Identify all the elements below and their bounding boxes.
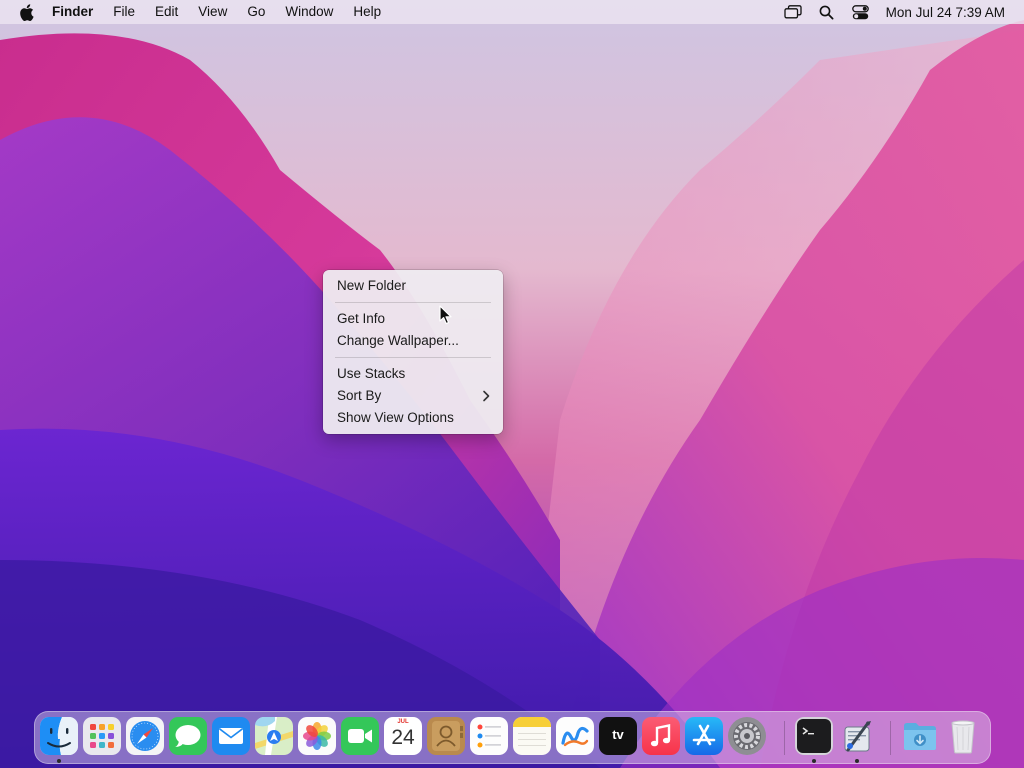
dock-mail-icon[interactable] [212, 717, 250, 755]
ctx-use-stacks[interactable]: Use Stacks [323, 363, 503, 385]
dock-calendar-icon[interactable]: JUL 24 [384, 717, 422, 755]
dock-trash-icon[interactable] [944, 717, 982, 755]
calendar-month-label: JUL [397, 719, 409, 725]
menu-bar: Finder File Edit View Go Window Help Mon… [0, 0, 1024, 24]
menu-edit[interactable]: Edit [145, 0, 188, 24]
ctx-sort-by[interactable]: Sort By [323, 385, 503, 407]
dock-contacts-icon[interactable] [427, 717, 465, 755]
menu-file[interactable]: File [103, 0, 145, 24]
dock-freeform-icon[interactable] [556, 717, 594, 755]
ctx-sort-by-label: Sort By [337, 388, 382, 403]
ctx-new-folder[interactable]: New Folder [323, 275, 503, 297]
dock-notes-icon[interactable] [513, 717, 551, 755]
apple-tv-label: tv [612, 727, 624, 742]
desktop-context-menu: New Folder Get Info Change Wallpaper... … [323, 270, 503, 434]
desktop-wallpaper[interactable] [0, 0, 1024, 768]
menu-help[interactable]: Help [343, 0, 391, 24]
dock-app-store-icon[interactable] [685, 717, 723, 755]
dock-script-editor-icon[interactable] [838, 717, 876, 755]
ctx-get-info[interactable]: Get Info [323, 308, 503, 330]
running-indicator [812, 759, 816, 763]
dock-photos-icon[interactable] [298, 717, 336, 755]
ctx-separator [335, 302, 491, 303]
dock-facetime-icon[interactable] [341, 717, 379, 755]
dock-apple-tv-icon[interactable]: tv [599, 717, 637, 755]
menu-bar-left: Finder File Edit View Go Window Help [0, 0, 391, 24]
ctx-show-view-options[interactable]: Show View Options [323, 407, 503, 429]
running-indicator [57, 759, 61, 763]
mouse-pointer-icon [439, 305, 452, 325]
dock-music-icon[interactable] [642, 717, 680, 755]
dock-reminders-icon[interactable] [470, 717, 508, 755]
dock-launchpad-icon[interactable] [83, 717, 121, 755]
dock-maps-icon[interactable] [255, 717, 293, 755]
menu-window[interactable]: Window [275, 0, 343, 24]
chevron-right-icon [483, 390, 490, 402]
apple-logo-icon[interactable] [16, 0, 36, 24]
control-center-icon[interactable] [844, 0, 878, 24]
menu-bar-clock[interactable]: Mon Jul 24 7:39 AM [886, 5, 1005, 20]
dock-separator [890, 721, 891, 755]
dock-downloads-folder-icon[interactable] [901, 717, 939, 755]
menu-go[interactable]: Go [237, 0, 275, 24]
dock-separator [784, 721, 785, 755]
ctx-separator [335, 357, 491, 358]
running-indicator [855, 759, 859, 763]
screen-mirroring-icon[interactable] [776, 0, 810, 24]
dock-system-settings-icon[interactable] [728, 717, 766, 755]
ctx-change-wallpaper[interactable]: Change Wallpaper... [323, 330, 503, 352]
dock-messages-icon[interactable] [169, 717, 207, 755]
calendar-day-label: 24 [391, 726, 415, 749]
dock: JUL 24 tv [34, 711, 991, 764]
spotlight-search-icon[interactable] [810, 0, 844, 24]
menu-view[interactable]: View [188, 0, 237, 24]
dock-terminal-icon[interactable] [795, 717, 833, 755]
menu-app-name[interactable]: Finder [50, 0, 103, 24]
menu-bar-right: Mon Jul 24 7:39 AM [776, 0, 1024, 24]
dock-safari-icon[interactable] [126, 717, 164, 755]
dock-finder-icon[interactable] [40, 717, 78, 755]
